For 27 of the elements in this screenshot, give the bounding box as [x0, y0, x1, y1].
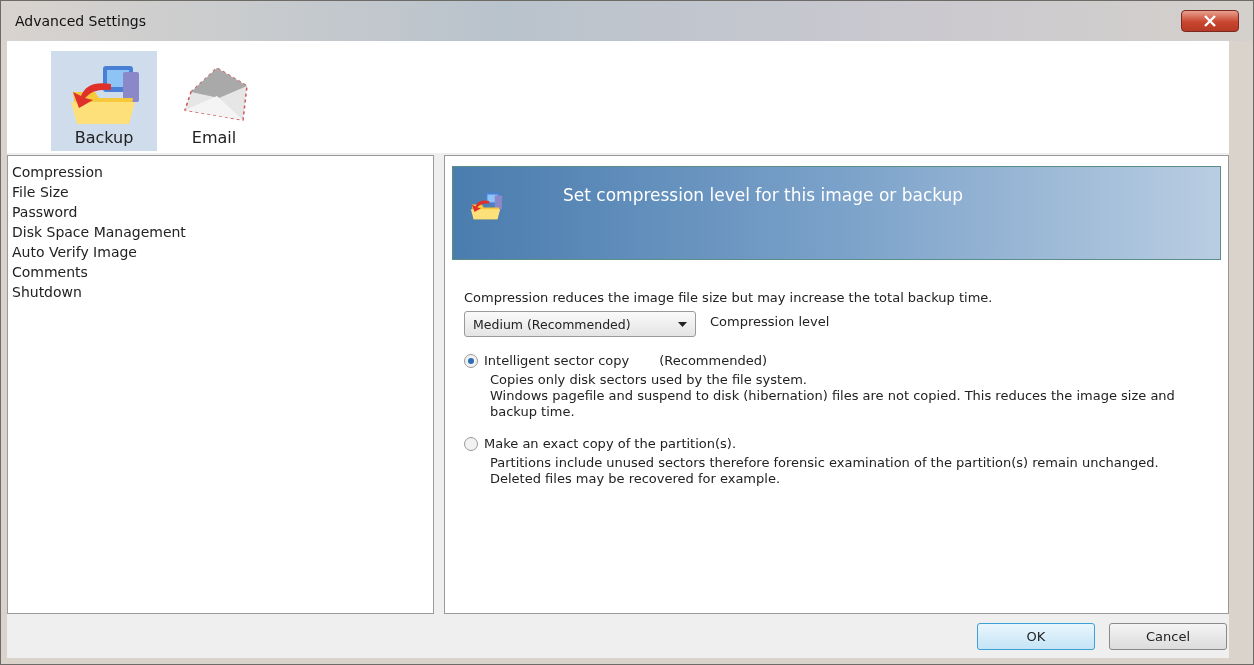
option-description: Partitions include unused sectors therefore forensic examination of the partition(s) remain unchanged. Deleted files may be recovered for example.: [490, 455, 1160, 487]
panel-title: Set compression level for this image or backup: [563, 185, 964, 205]
settings-list-item[interactable]: Shutdown: [12, 282, 429, 302]
toolbar-tab[interactable]: Backup: [51, 51, 157, 151]
radio-button[interactable]: [464, 436, 478, 451]
radio-button[interactable]: [464, 353, 478, 368]
option-description: Copies only disk sectors used by the file system.: [490, 372, 808, 388]
settings-list-item[interactable]: File Size: [12, 182, 429, 202]
dropdown-label: Compression level: [710, 313, 830, 329]
caret-icon: [678, 321, 687, 327]
close-icon: [1203, 15, 1217, 27]
option-description: Windows pagefile and suspend to disk (hibernation) files are not copied. This reduces the image size and backup time.: [490, 388, 1176, 420]
settings-list-item[interactable]: Password: [12, 202, 429, 222]
toolbar-tab[interactable]: Email: [161, 51, 267, 151]
settings-list-item[interactable]: Compression: [12, 162, 429, 182]
compression-dropdown[interactable]: Medium (Recommended): [464, 311, 696, 337]
dialog-button[interactable]: OK: [977, 622, 1095, 650]
close-button[interactable]: [1181, 10, 1239, 32]
window-title: Advanced Settings: [15, 13, 147, 29]
description-text: Compression reduces the image file size but may increase the total backup time.: [464, 290, 994, 305]
dialog-button[interactable]: Cancel: [1109, 622, 1227, 650]
radio-note: (Recommended): [659, 353, 767, 368]
settings-list-item[interactable]: Disk Space Management: [12, 222, 429, 242]
settings-list-item[interactable]: Auto Verify Image: [12, 242, 429, 262]
radio-label[interactable]: Intelligent sector copy: [484, 353, 630, 368]
settings-list-item[interactable]: Comments: [12, 262, 429, 282]
radio-label[interactable]: Make an exact copy of the partition(s).: [484, 436, 737, 451]
